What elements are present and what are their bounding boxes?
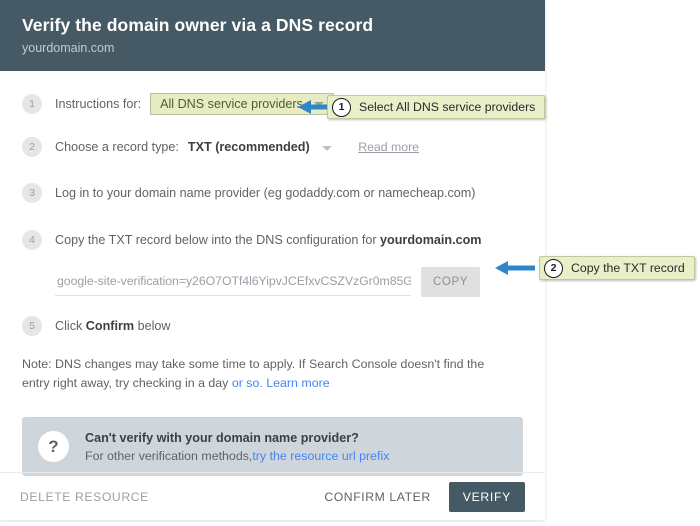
annotation-callout-1: 1 Select All DNS service providers (327, 95, 546, 119)
step-row-4: 4 Copy the TXT record below into the DNS… (22, 225, 523, 255)
step-number-1: 1 (22, 94, 42, 114)
record-type-label: Choose a record type: (55, 139, 179, 154)
delete-resource-button[interactable]: DELETE RESOURCE (20, 490, 149, 504)
step-5-suffix: below (134, 318, 171, 333)
step-5-text: Click Confirm below (55, 318, 170, 335)
dns-provider-value: All DNS service providers (160, 97, 303, 111)
step-5-prefix: Click (55, 318, 86, 333)
annotation-callout-2: 2 Copy the TXT record (539, 256, 695, 280)
step-4-domain: yourdomain.com (380, 232, 482, 247)
annotation-arrow-2 (495, 261, 535, 275)
dns-note: Note: DNS changes may take some time to … (22, 355, 514, 393)
verify-button[interactable]: VERIFY (448, 481, 525, 512)
record-type-dropdown[interactable]: TXT (recommended) (187, 140, 333, 154)
learn-more-link[interactable]: or so. Learn more (232, 376, 330, 390)
dialog-footer: DELETE RESOURCE CONFIRM LATER VERIFY (0, 473, 545, 520)
step-row-5: 5 Click Confirm below (22, 311, 523, 341)
record-type-value: TXT (recommended) (187, 140, 310, 154)
annotation-badge-1: 1 (332, 97, 351, 117)
question-mark-icon: ? (38, 431, 69, 462)
help-text-block: Can't verify with your domain name provi… (85, 429, 389, 465)
help-title: Can't verify with your domain name provi… (85, 430, 359, 445)
chevron-down-icon (322, 146, 333, 151)
txt-record-area: google-site-verification=y26O7OTf4l6Yipv… (55, 267, 523, 297)
step-5-bold: Confirm (85, 318, 135, 333)
step-number-5: 5 (22, 316, 42, 336)
annotation-text-1: Select All DNS service providers (359, 100, 536, 114)
resource-url-prefix-link[interactable]: try the resource url prefix (252, 449, 389, 463)
copy-button[interactable]: COPY (421, 267, 480, 297)
help-panel: ? Can't verify with your domain name pro… (22, 417, 523, 476)
dialog-body: 1 Instructions for: All DNS service prov… (0, 89, 545, 476)
read-more-link[interactable]: Read more (358, 140, 419, 154)
step-number-3: 3 (22, 183, 42, 203)
annotation-badge-2: 2 (544, 258, 563, 278)
step-3-text: Log in to your domain name provider (eg … (55, 185, 476, 200)
page-title: Verify the domain owner via a DNS record (22, 15, 374, 35)
step-4-prefix: Copy the TXT record below into the DNS c… (55, 232, 381, 247)
help-subtitle-text: For other verification methods, (85, 448, 253, 463)
instructions-for-label: Instructions for: (55, 96, 142, 111)
txt-record-input[interactable]: google-site-verification=y26O7OTf4l6Yipv… (55, 269, 411, 296)
step-number-2: 2 (22, 137, 42, 157)
step-row-2: 2 Choose a record type: TXT (recommended… (22, 132, 523, 162)
help-subtitle: For other verification methods,try the r… (85, 447, 389, 465)
footer-actions: CONFIRM LATER VERIFY (324, 481, 525, 512)
annotation-text-2: Copy the TXT record (571, 261, 685, 275)
dialog-header: Verify the domain owner via a DNS record… (0, 0, 545, 71)
screen-root: Verify the domain owner via a DNS record… (0, 0, 700, 526)
step-number-4: 4 (22, 230, 42, 250)
step-row-3: 3 Log in to your domain name provider (e… (22, 178, 523, 208)
confirm-later-button[interactable]: CONFIRM LATER (324, 490, 430, 504)
domain-subtitle: yourdomain.com (22, 41, 115, 55)
step-4-text: Copy the TXT record below into the DNS c… (55, 232, 482, 249)
verification-dialog-card: Verify the domain owner via a DNS record… (0, 0, 545, 520)
